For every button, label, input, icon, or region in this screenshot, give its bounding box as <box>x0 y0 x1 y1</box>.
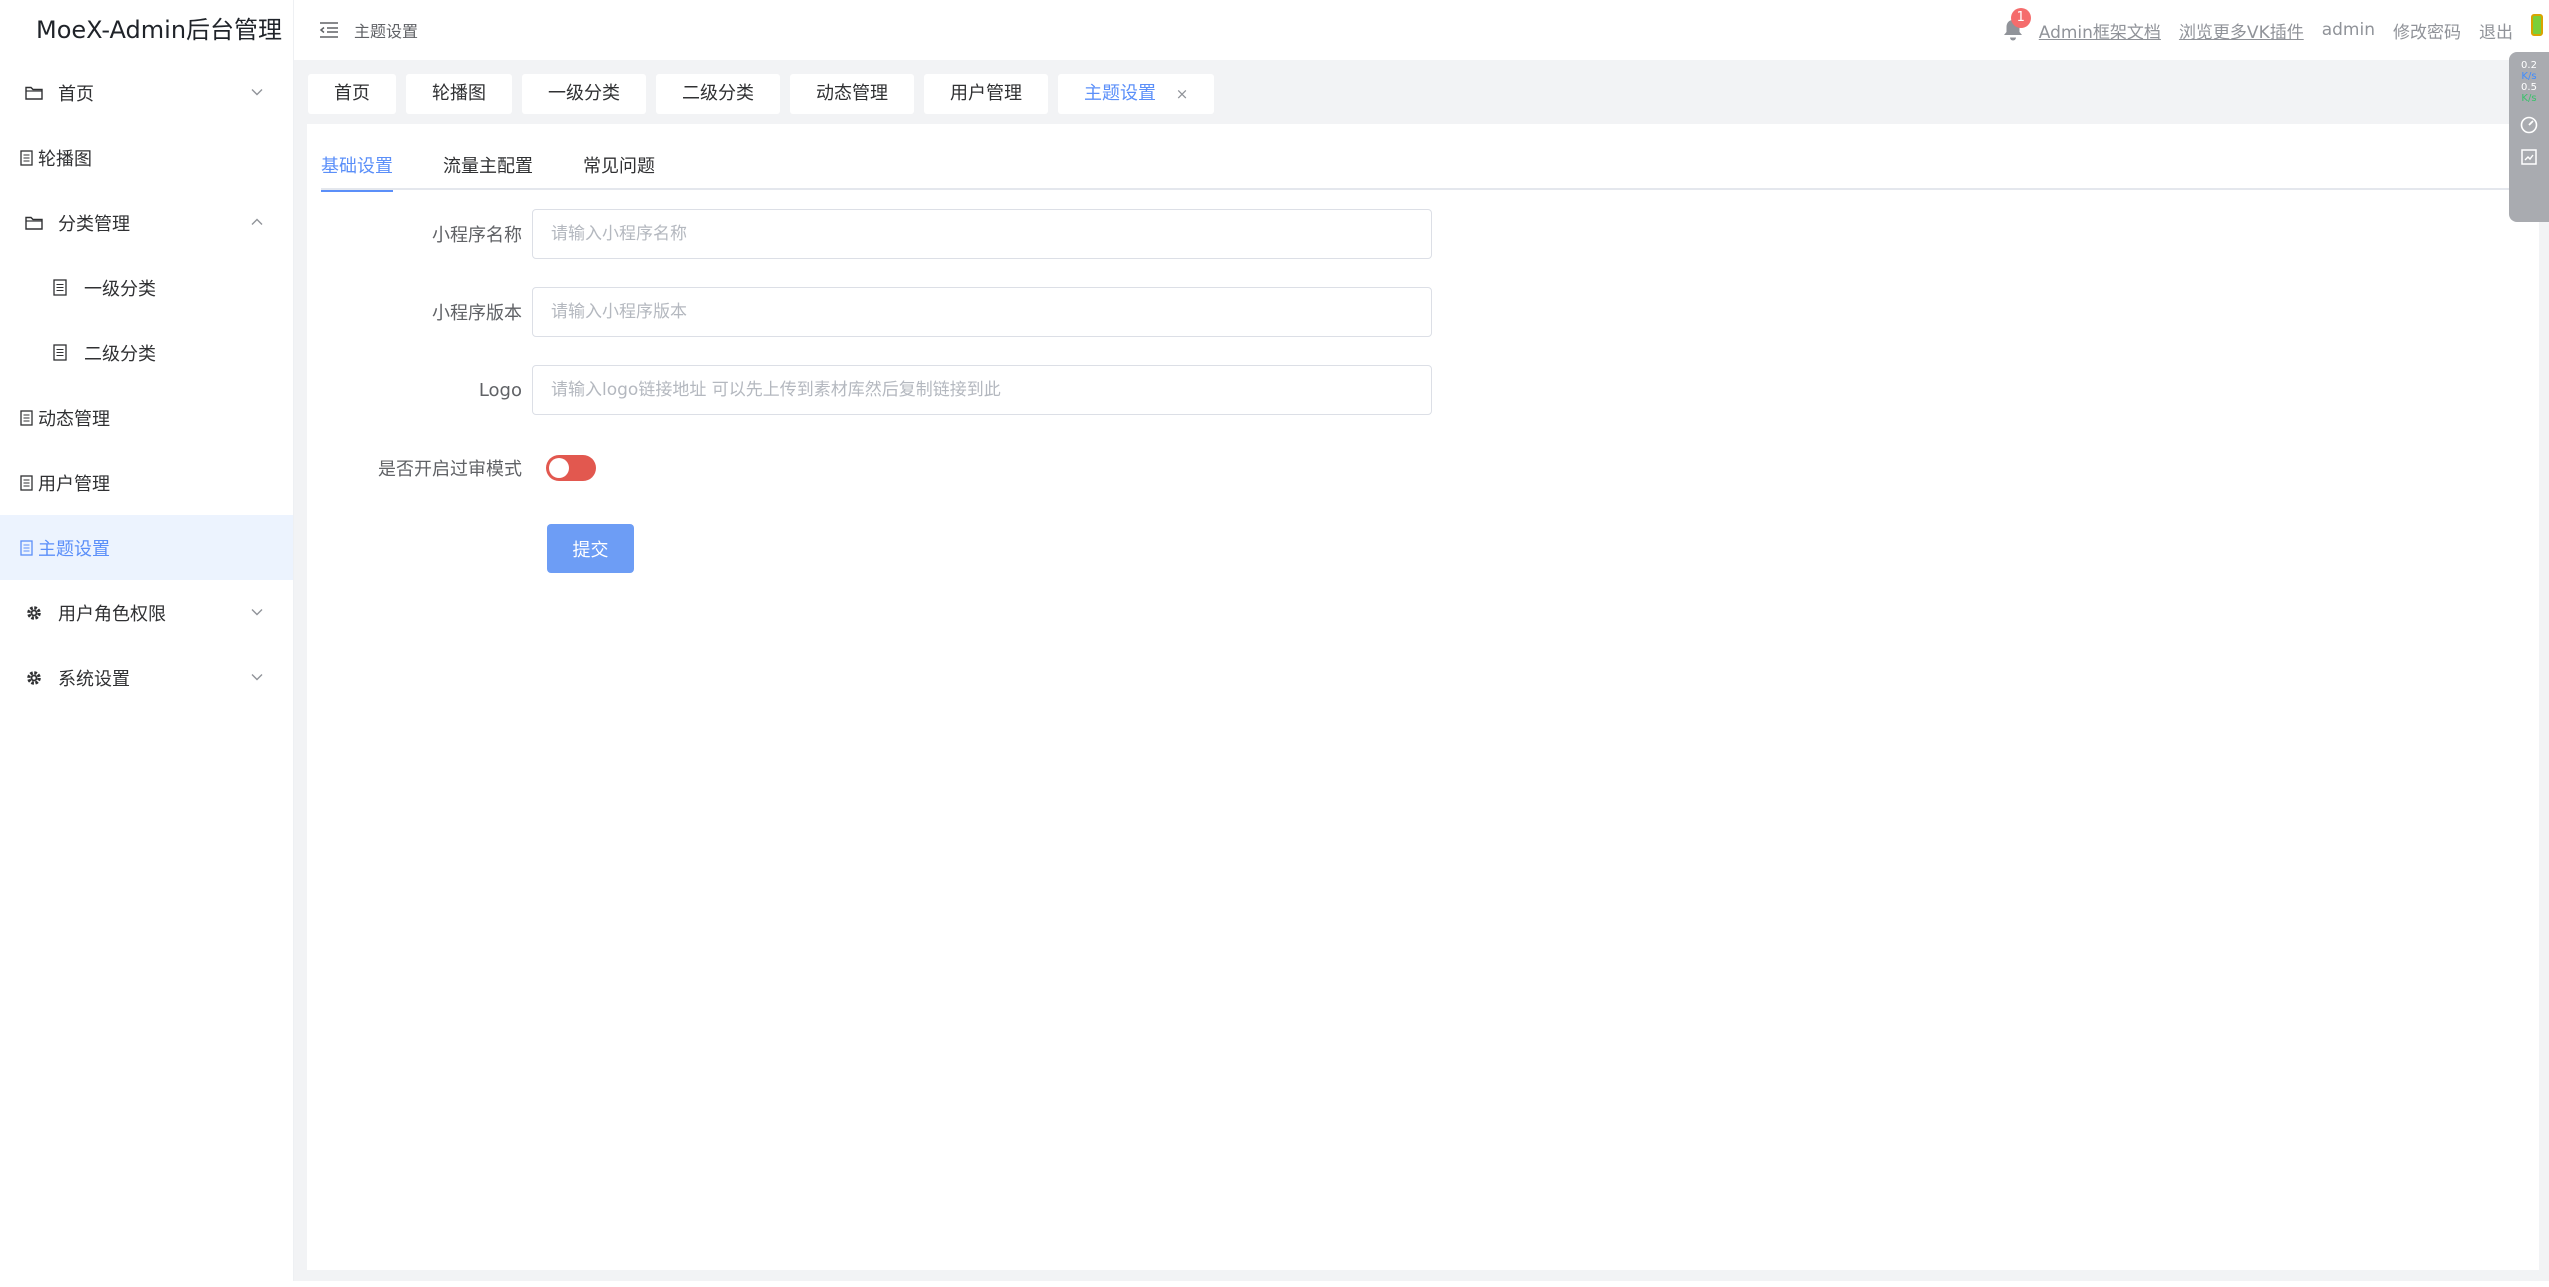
sidebar-item-primary-category[interactable]: 一级分类 <box>0 255 293 320</box>
top-header: 主题设置 1 Admin框架文档 浏览更多VK插件 admin 修改密码 退出 <box>294 0 2549 60</box>
speed-boost-icon[interactable] <box>2518 114 2540 136</box>
sidebar-menu: 首页 轮播图 分类管理 一级分类 二级分类 动态管理 用户管理 主题设置 用户角… <box>0 60 293 710</box>
download-speed: 0.5 <box>2521 82 2537 93</box>
upload-speed: 0.2 <box>2521 60 2537 71</box>
review-mode-label: 是否开启过审模式 <box>378 459 522 480</box>
floating-tool-strip: 0.2 K/s 0.5 K/s <box>2509 52 2549 222</box>
settings-panel: 基础设置 流量主配置 常见问题 小程序名称 小程序版本 Logo 是否开启过审模… <box>307 124 2539 1270</box>
tag-label: 主题设置 <box>1084 83 1156 104</box>
battery-icon <box>2531 14 2543 36</box>
app-version-label: 小程序版本 <box>432 303 522 324</box>
logo-url-input[interactable] <box>532 365 1432 415</box>
document-icon <box>50 278 70 298</box>
form-row-review-mode: 是否开启过审模式 <box>307 442 1447 494</box>
chevron-up-icon <box>247 212 267 232</box>
sidebar-item-secondary-category[interactable]: 二级分类 <box>0 320 293 385</box>
sidebar-item-label: 用户管理 <box>38 473 110 495</box>
screenshot-icon[interactable] <box>2518 146 2540 168</box>
username[interactable]: admin <box>2322 20 2375 40</box>
sidebar-item-feed-management[interactable]: 动态管理 <box>0 385 293 450</box>
tab-faq[interactable]: 常见问题 <box>583 154 655 190</box>
change-password-button[interactable]: 修改密码 <box>2393 18 2461 43</box>
folder-icon <box>24 213 44 233</box>
sidebar-item-theme-settings[interactable]: 主题设置 <box>0 515 293 580</box>
sidebar-item-label: 分类管理 <box>58 213 130 235</box>
form-row-app-name: 小程序名称 <box>307 208 1447 260</box>
submit-button[interactable]: 提交 <box>547 524 634 573</box>
form-row-logo: Logo <box>307 364 1447 416</box>
tag-primary-category[interactable]: 一级分类 <box>522 74 646 114</box>
tags-view-bar: 首页 轮播图 一级分类 二级分类 动态管理 用户管理 主题设置 × <box>308 74 2513 114</box>
sidebar-item-user-management[interactable]: 用户管理 <box>0 450 293 515</box>
app-logo-title: MoeX-Admin后台管理 <box>36 16 283 44</box>
chevron-down-icon <box>247 667 267 687</box>
sidebar: MoeX-Admin后台管理 首页 轮播图 分类管理 一级分类 二级分类 动态管… <box>0 0 294 1281</box>
collapse-sidebar-icon[interactable] <box>318 19 340 41</box>
upload-speed-unit: K/s <box>2521 71 2537 82</box>
more-plugins-link[interactable]: 浏览更多VK插件 <box>2179 18 2304 43</box>
tab-ad-config[interactable]: 流量主配置 <box>443 154 533 190</box>
form-row-app-version: 小程序版本 <box>307 286 1447 338</box>
download-speed-unit: K/s <box>2521 93 2537 104</box>
logo-label: Logo <box>478 379 522 401</box>
notification-badge: 1 <box>2010 8 2031 28</box>
app-name-label: 小程序名称 <box>432 225 522 246</box>
notification-bell-icon[interactable]: 1 <box>1999 8 2031 44</box>
sidebar-item-label: 二级分类 <box>84 343 156 365</box>
document-icon <box>18 148 34 168</box>
tag-secondary-category[interactable]: 二级分类 <box>656 74 780 114</box>
tab-basic-settings[interactable]: 基础设置 <box>321 154 393 192</box>
gear-icon <box>24 603 44 623</box>
sidebar-item-label: 轮播图 <box>38 148 92 170</box>
document-icon <box>50 343 70 363</box>
document-icon <box>18 538 34 558</box>
header-actions: 1 Admin框架文档 浏览更多VK插件 admin 修改密码 退出 <box>1999 0 2513 60</box>
logout-button[interactable]: 退出 <box>2479 18 2513 43</box>
tag-feed-management[interactable]: 动态管理 <box>790 74 914 114</box>
sidebar-item-system-settings[interactable]: 系统设置 <box>0 645 293 710</box>
sidebar-item-label: 一级分类 <box>84 278 156 300</box>
folder-icon <box>24 83 44 103</box>
chevron-down-icon <box>247 602 267 622</box>
sidebar-item-category-management[interactable]: 分类管理 <box>0 190 293 255</box>
tag-home[interactable]: 首页 <box>308 74 396 114</box>
chevron-down-icon <box>247 82 267 102</box>
network-speed-readout: 0.2 K/s 0.5 K/s <box>2521 60 2537 104</box>
breadcrumb: 主题设置 <box>354 22 419 41</box>
admin-docs-link[interactable]: Admin框架文档 <box>2039 18 2161 43</box>
app-name-input[interactable] <box>532 209 1432 259</box>
sidebar-item-label: 系统设置 <box>58 668 130 690</box>
settings-tabs: 基础设置 流量主配置 常见问题 <box>321 154 2539 192</box>
document-icon <box>18 408 34 428</box>
sidebar-item-carousel[interactable]: 轮播图 <box>0 125 293 190</box>
close-icon[interactable]: × <box>1176 85 1189 103</box>
sidebar-item-label: 主题设置 <box>38 538 110 560</box>
app-version-input[interactable] <box>532 287 1432 337</box>
sidebar-item-user-role-permissions[interactable]: 用户角色权限 <box>0 580 293 645</box>
document-icon <box>18 473 34 493</box>
tag-user-management[interactable]: 用户管理 <box>924 74 1048 114</box>
review-mode-switch[interactable] <box>546 455 596 481</box>
switch-knob <box>549 458 569 478</box>
sidebar-item-home[interactable]: 首页 <box>0 60 293 125</box>
sidebar-item-label: 动态管理 <box>38 408 110 430</box>
sidebar-item-label: 用户角色权限 <box>58 603 166 625</box>
gear-icon <box>24 668 44 688</box>
tag-theme-settings[interactable]: 主题设置 × <box>1058 74 1215 114</box>
sidebar-item-label: 首页 <box>58 83 94 105</box>
tag-carousel[interactable]: 轮播图 <box>406 74 512 114</box>
